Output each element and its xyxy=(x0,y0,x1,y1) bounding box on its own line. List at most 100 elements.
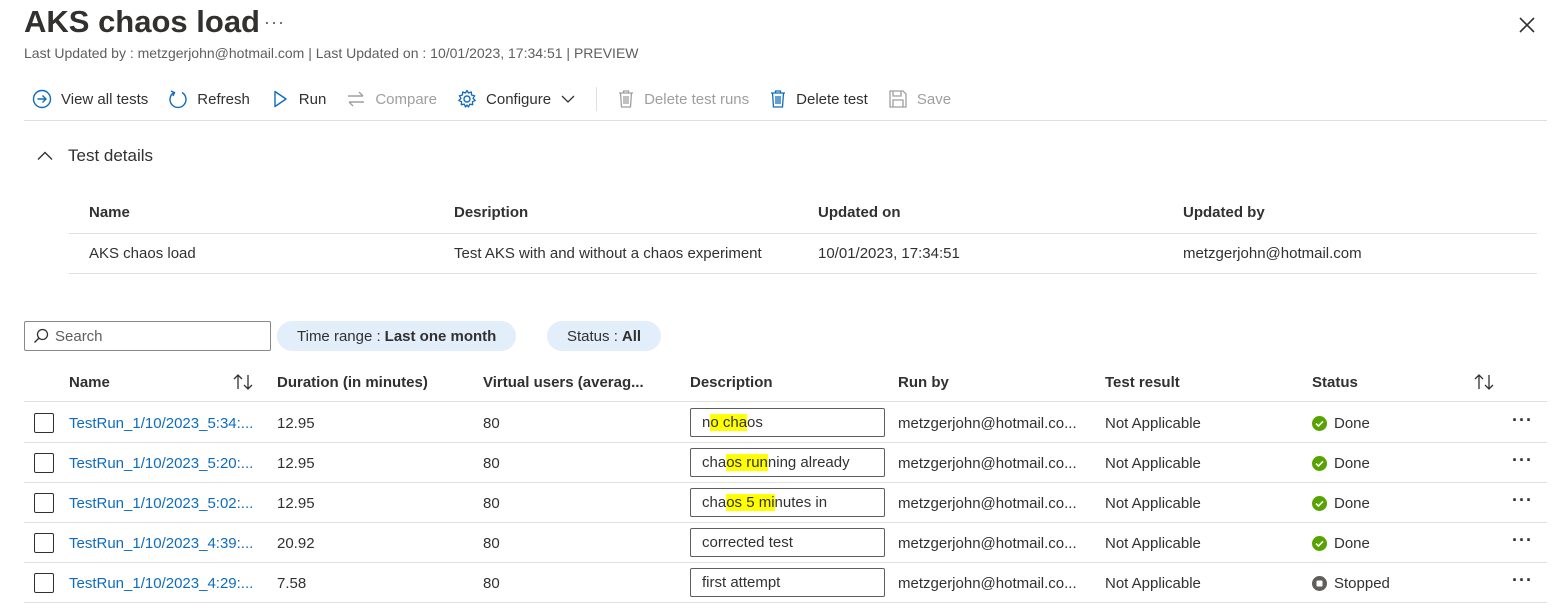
status-text: Done xyxy=(1334,454,1370,472)
virtual-users-cell: 80 xyxy=(483,454,500,472)
run-label: Run xyxy=(298,90,327,108)
test-run-link[interactable]: TestRun_1/10/2023_5:20:... xyxy=(69,443,253,483)
column-header-duration[interactable]: Duration (in minutes) xyxy=(277,362,428,402)
column-header-test-result[interactable]: Test result xyxy=(1105,362,1180,402)
page-title: AKS chaos load xyxy=(24,4,260,39)
table-row[interactable]: TestRun_1/10/2023_4:39:... 20.92 80 corr… xyxy=(24,523,1547,563)
description-input[interactable]: cha os run ning already xyxy=(690,448,885,477)
column-header-virtual-users[interactable]: Virtual users (averag... xyxy=(483,362,644,402)
description-input[interactable]: first attempt xyxy=(690,568,885,597)
duration-cell: 12.95 xyxy=(277,494,315,512)
virtual-users-cell: 80 xyxy=(483,574,500,592)
duration-cell: 12.95 xyxy=(277,454,315,472)
check-circle-icon xyxy=(1312,535,1327,551)
compare-arrows-icon xyxy=(348,91,365,107)
details-header-updated-on: Updated on xyxy=(818,204,901,221)
details-name-value: AKS chaos load xyxy=(89,245,196,262)
row-more-button[interactable]: ··· xyxy=(1512,531,1533,549)
status-cell: Done xyxy=(1312,403,1370,443)
duration-cell: 20.92 xyxy=(277,534,315,552)
table-row[interactable]: TestRun_1/10/2023_4:29:... 7.58 80 first… xyxy=(24,563,1547,603)
status-cell: Done xyxy=(1312,443,1370,483)
run-by-cell: metzgerjohn@hotmail.co... xyxy=(898,454,1077,472)
test-run-link[interactable]: TestRun_1/10/2023_5:34:... xyxy=(69,403,253,443)
configure-button[interactable]: Configure xyxy=(447,82,586,116)
description-input[interactable]: no cha os xyxy=(690,408,885,437)
description-input[interactable]: corrected test xyxy=(690,528,885,557)
time-range-filter[interactable]: Time range : Last one month xyxy=(277,321,517,351)
column-header-description[interactable]: Description xyxy=(690,362,773,402)
delete-test-runs-button[interactable]: Delete test runs xyxy=(607,82,759,116)
delete-test-runs-label: Delete test runs xyxy=(644,90,750,108)
details-header-updated-by: Updated by xyxy=(1183,204,1265,221)
trash-icon xyxy=(771,90,786,108)
test-result-cell: Not Applicable xyxy=(1105,494,1201,512)
row-more-button[interactable]: ··· xyxy=(1512,411,1533,429)
row-checkbox[interactable] xyxy=(34,453,54,473)
description-text: first attempt xyxy=(702,574,781,591)
description-text: n xyxy=(702,414,711,431)
run-by-cell: metzgerjohn@hotmail.co... xyxy=(898,494,1077,512)
status-cell: Done xyxy=(1312,483,1370,523)
view-all-tests-button[interactable]: View all tests xyxy=(24,82,158,116)
column-header-name[interactable]: Name xyxy=(69,362,110,402)
test-run-link[interactable]: TestRun_1/10/2023_5:02:... xyxy=(69,483,253,523)
test-run-link[interactable]: TestRun_1/10/2023_4:29:... xyxy=(69,563,253,603)
table-row[interactable]: TestRun_1/10/2023_5:34:... 12.95 80 no c… xyxy=(24,403,1547,443)
table-row[interactable]: TestRun_1/10/2023_5:02:... 12.95 80 cha o… xyxy=(24,483,1547,523)
test-details-toggle[interactable]: Test details xyxy=(36,146,153,166)
more-options-button[interactable]: ··· xyxy=(264,12,285,33)
row-checkbox[interactable] xyxy=(34,413,54,433)
details-updated-on-value: 10/01/2023, 17:34:51 xyxy=(818,245,960,262)
refresh-button[interactable]: Refresh xyxy=(158,82,260,116)
delete-test-label: Delete test xyxy=(796,90,868,108)
description-text: nutes in xyxy=(774,494,828,511)
delete-test-button[interactable]: Delete test xyxy=(759,82,878,116)
run-by-cell: metzgerjohn@hotmail.co... xyxy=(898,534,1077,552)
check-circle-icon xyxy=(1312,415,1327,431)
column-header-run-by[interactable]: Run by xyxy=(898,362,949,402)
test-run-link[interactable]: TestRun_1/10/2023_4:39:... xyxy=(69,523,253,563)
sort-icon[interactable] xyxy=(1473,373,1495,391)
row-checkbox[interactable] xyxy=(34,533,54,553)
search-box[interactable] xyxy=(24,321,271,351)
time-range-label: Time range : xyxy=(297,327,381,345)
description-text: os xyxy=(747,414,763,431)
compare-button[interactable]: Compare xyxy=(336,82,447,116)
refresh-icon xyxy=(169,90,187,109)
description-highlight: os run xyxy=(726,454,768,471)
status-text: Done xyxy=(1334,414,1370,432)
virtual-users-cell: 80 xyxy=(483,534,500,552)
run-by-cell: metzgerjohn@hotmail.co... xyxy=(898,574,1077,592)
sort-icon[interactable] xyxy=(232,373,254,391)
time-range-value: Last one month xyxy=(384,327,497,345)
row-more-button[interactable]: ··· xyxy=(1512,491,1533,509)
trash-icon xyxy=(619,90,634,108)
virtual-users-cell: 80 xyxy=(483,494,500,512)
details-header-name: Name xyxy=(89,204,130,221)
details-description-value: Test AKS with and without a chaos experi… xyxy=(454,245,762,262)
save-button[interactable]: Save xyxy=(878,82,961,116)
row-more-button[interactable]: ··· xyxy=(1512,571,1533,589)
description-text: cha xyxy=(702,454,727,471)
save-icon xyxy=(889,90,907,108)
test-result-cell: Not Applicable xyxy=(1105,534,1201,552)
row-checkbox[interactable] xyxy=(34,493,54,513)
search-input[interactable] xyxy=(55,327,255,345)
status-filter[interactable]: Status : All xyxy=(547,321,662,351)
description-highlight: os 5 mi xyxy=(726,494,775,511)
test-details-label: Test details xyxy=(68,146,154,165)
last-updated-info: Last Updated by : metzgerjohn@hotmail.co… xyxy=(24,45,639,61)
table-row[interactable]: TestRun_1/10/2023_5:20:... 12.95 80 cha o… xyxy=(24,443,1547,483)
row-more-button[interactable]: ··· xyxy=(1512,451,1533,469)
description-input[interactable]: cha os 5 mi nutes in xyxy=(690,488,885,517)
test-details-header: Name Desription Updated on Updated by xyxy=(69,192,1537,234)
save-label: Save xyxy=(916,90,952,108)
run-button[interactable]: Run xyxy=(260,82,337,116)
close-icon[interactable] xyxy=(1516,14,1538,36)
row-checkbox[interactable] xyxy=(34,573,54,593)
column-header-status[interactable]: Status xyxy=(1312,362,1358,402)
run-by-cell: metzgerjohn@hotmail.co... xyxy=(898,414,1077,432)
status-text: Done xyxy=(1334,534,1370,552)
play-icon xyxy=(274,90,287,108)
